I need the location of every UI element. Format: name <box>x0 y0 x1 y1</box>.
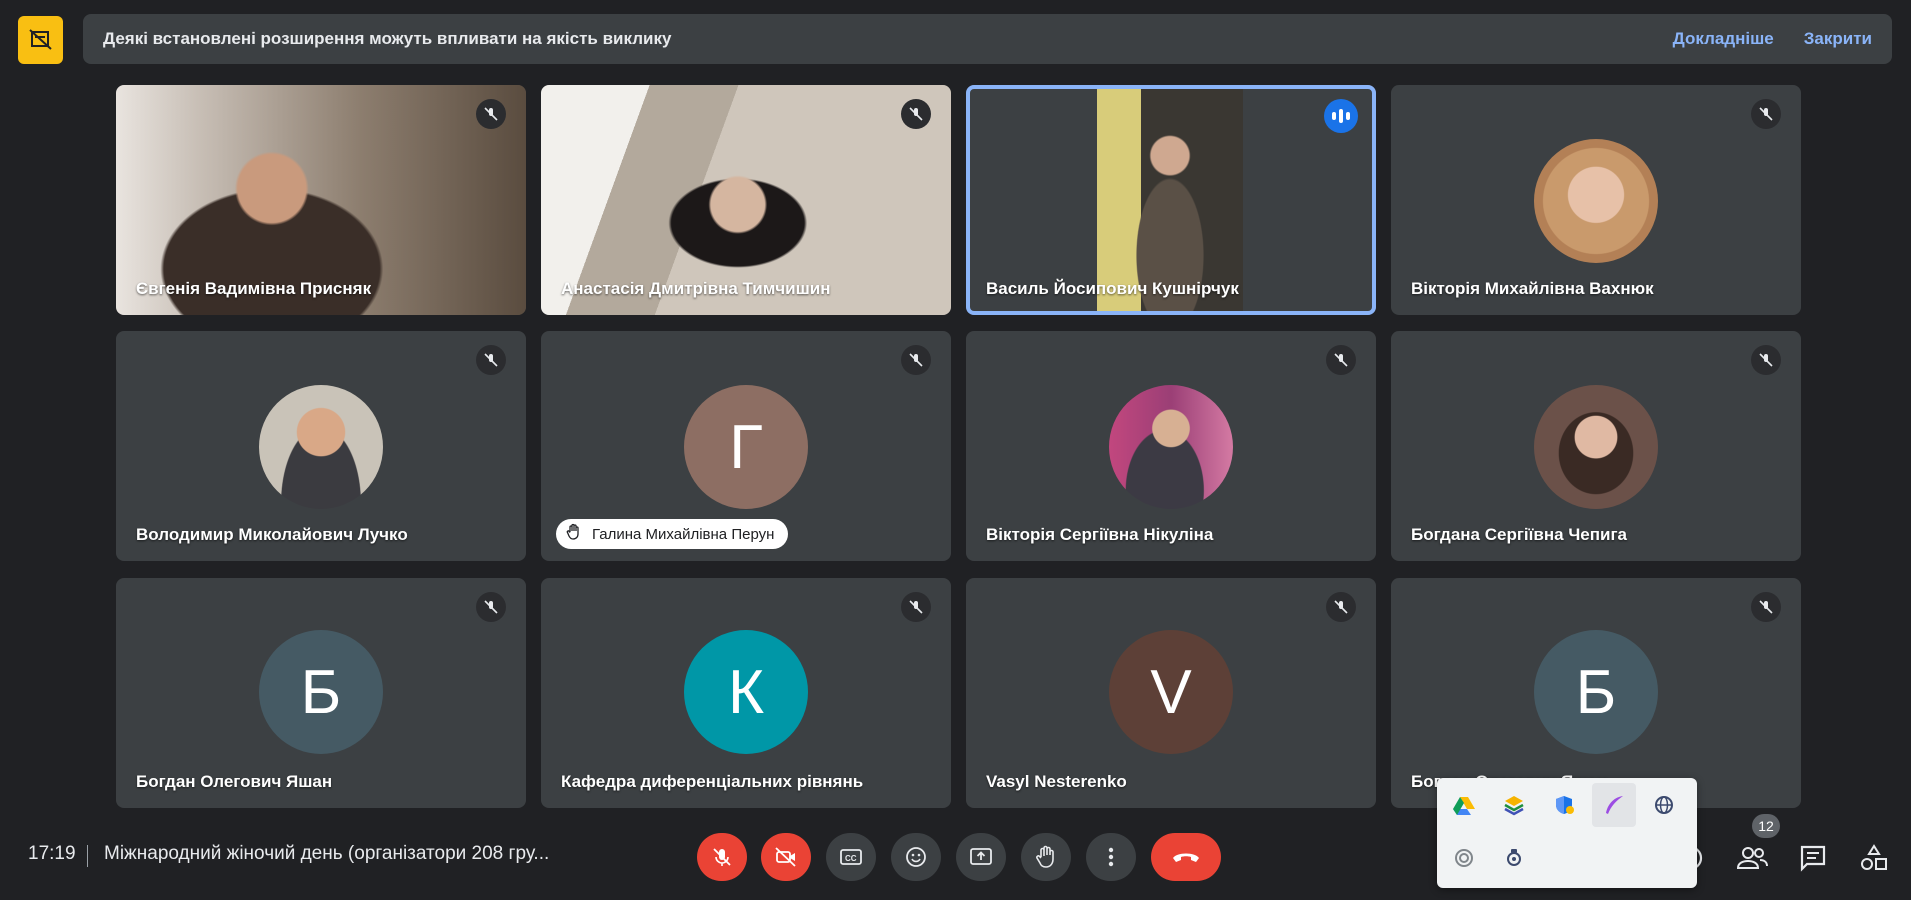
participant-tile[interactable]: К Кафедра диференціальних рівнянь <box>541 578 951 808</box>
mic-muted-icon <box>1326 592 1356 622</box>
participant-tile[interactable]: V Vasyl Nesterenko <box>966 578 1376 808</box>
participant-name: Галина Михайлівна Перун <box>592 525 775 543</box>
participant-tile[interactable]: Володимир Миколайович Лучко <box>116 331 526 561</box>
close-banner-link[interactable]: Закрити <box>1804 29 1872 49</box>
mic-muted-icon <box>901 592 931 622</box>
hang-up-icon <box>1173 853 1199 862</box>
participant-tile[interactable]: Г Галина Михайлівна Перун <box>541 331 951 561</box>
participant-name-pill: Галина Михайлівна Перун <box>556 519 789 549</box>
mic-muted-icon <box>476 345 506 375</box>
learn-more-link[interactable]: Докладніше <box>1673 29 1774 49</box>
chat-icon[interactable] <box>1797 842 1829 874</box>
participant-tile[interactable]: Вікторія Сергіївна Нікуліна <box>966 331 1376 561</box>
participant-tile[interactable]: Євгенія Вадимівна Присняк <box>116 85 526 315</box>
raised-hand-icon <box>566 523 582 545</box>
participant-name: Євгенія Вадимівна Присняк <box>136 279 372 298</box>
shield-icon[interactable] <box>1542 783 1586 827</box>
avatar <box>1109 385 1233 509</box>
mic-muted-icon <box>901 99 931 129</box>
people-icon[interactable] <box>1736 842 1768 874</box>
mic-muted-icon <box>1751 99 1781 129</box>
mic-muted-icon <box>476 592 506 622</box>
mic-muted-icon <box>1326 345 1356 375</box>
extensions-warning-banner: Деякі встановлені розширення можуть впли… <box>83 14 1892 64</box>
raise-hand-button[interactable] <box>1021 833 1071 881</box>
meeting-title: Міжнародний жіночий день (організатори 2… <box>104 843 550 864</box>
participant-tile[interactable]: Богдана Сергіївна Чепига <box>1391 331 1801 561</box>
extensions-tray-popup <box>1437 778 1697 888</box>
avatar-initial: К <box>684 630 808 754</box>
participant-tile-active-speaker[interactable]: Василь Йосипович Кушнірчук <box>966 85 1376 315</box>
mic-muted-icon <box>901 345 931 375</box>
mic-muted-icon <box>1751 592 1781 622</box>
avatar-initial: V <box>1109 630 1233 754</box>
globe-icon[interactable] <box>1642 783 1686 827</box>
more-icon <box>1108 847 1114 867</box>
reactions-button[interactable] <box>891 833 941 881</box>
participant-name: Vasyl Nesterenko <box>986 772 1127 791</box>
participant-name: Вікторія Михайлівна Вахнюк <box>1411 279 1654 298</box>
participant-name: Кафедра диференціальних рівнянь <box>561 772 864 791</box>
participant-tile[interactable]: Вікторія Михайлівна Вахнюк <box>1391 85 1801 315</box>
mic-muted-icon <box>1751 345 1781 375</box>
banner-message: Деякі встановлені розширення можуть впли… <box>103 29 672 48</box>
participant-name: Володимир Миколайович Лучко <box>136 525 408 544</box>
avatar <box>1534 385 1658 509</box>
footer-divider <box>87 845 88 867</box>
drive-icon[interactable] <box>1442 783 1486 827</box>
participant-name: Вікторія Сергіївна Нікуліна <box>986 525 1214 544</box>
raise-hand-icon <box>1036 845 1054 868</box>
activities-icon[interactable] <box>1858 842 1890 874</box>
participant-count-badge: 12 <box>1752 814 1780 838</box>
meeting-clock: 17:19 <box>28 843 76 864</box>
mic-off-icon <box>713 848 731 866</box>
present-screen-button[interactable] <box>956 833 1006 881</box>
speaking-indicator-icon <box>1324 99 1358 133</box>
avatar-initial: Б <box>1534 630 1658 754</box>
more-options-button[interactable] <box>1086 833 1136 881</box>
avatar <box>259 385 383 509</box>
camera-toggle-button[interactable] <box>761 833 811 881</box>
avatar-initial: Б <box>259 630 383 754</box>
participant-name: Анастасія Дмитрівна Тимчишин <box>561 279 831 298</box>
extension-warning-icon[interactable] <box>18 16 63 64</box>
leave-call-button[interactable] <box>1151 833 1221 881</box>
participant-name: Василь Йосипович Кушнірчук <box>986 279 1239 298</box>
participant-name: Богдан Олегович Яшан <box>136 772 333 791</box>
participant-name: Богдана Сергіївна Чепига <box>1411 525 1627 544</box>
record-icon[interactable] <box>1442 836 1486 880</box>
captions-button[interactable]: CC <box>826 833 876 881</box>
mic-muted-icon <box>476 99 506 129</box>
feather-icon[interactable] <box>1592 783 1636 827</box>
participant-tile[interactable]: Б Богдан Олегович Яшан <box>1391 578 1801 808</box>
participant-tile[interactable]: Б Богдан Олегович Яшан <box>116 578 526 808</box>
captions-icon: CC <box>840 849 862 865</box>
avatar <box>1534 139 1658 263</box>
extension-icon[interactable] <box>1492 836 1536 880</box>
emoji-icon <box>906 847 926 867</box>
svg-text:CC: CC <box>845 854 857 863</box>
video-feed <box>1097 89 1243 311</box>
present-icon <box>970 848 992 865</box>
camera-off-icon <box>775 847 796 867</box>
layers-icon[interactable] <box>1492 783 1536 827</box>
avatar-initial: Г <box>684 385 808 509</box>
microphone-toggle-button[interactable] <box>697 833 747 881</box>
participant-tile[interactable]: Анастасія Дмитрівна Тимчишин <box>541 85 951 315</box>
